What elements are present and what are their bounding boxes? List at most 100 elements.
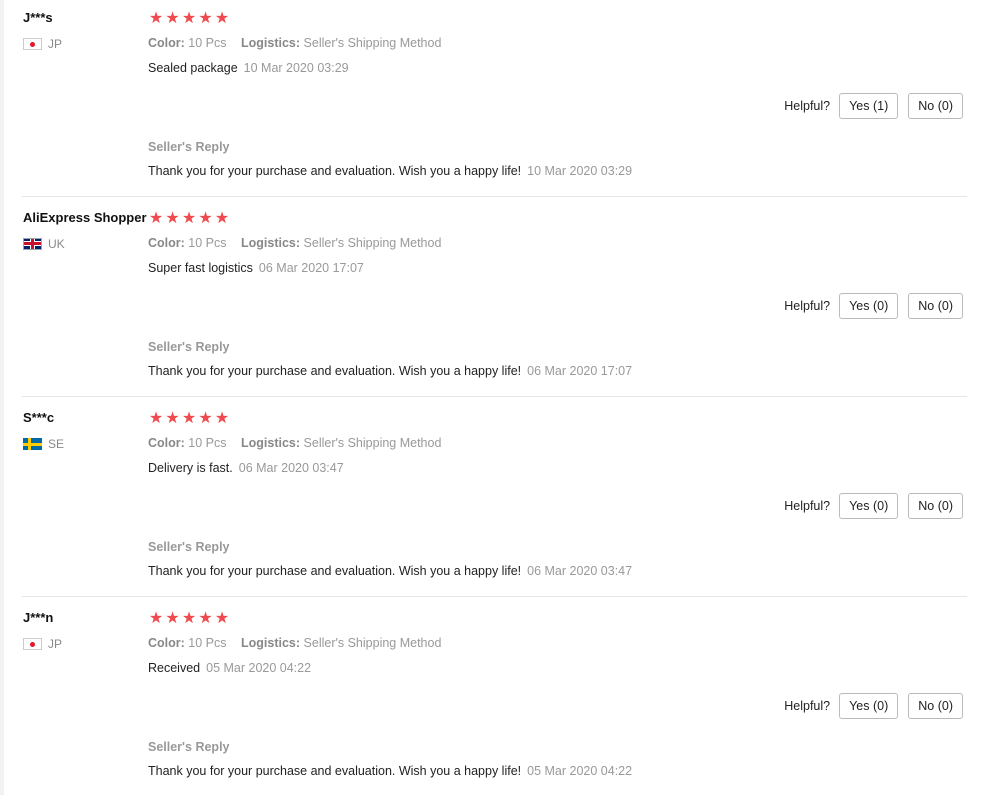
reviewer-country: UK <box>23 236 65 252</box>
logistics-label: Logistics: <box>241 36 301 50</box>
seller-reply: Thank you for your purchase and evaluati… <box>148 364 632 378</box>
logistics-label: Logistics: <box>241 236 301 250</box>
order-info: Color: 10 Pcs Logistics: Seller's Shippi… <box>148 436 441 450</box>
review-text: Delivery is fast. <box>148 461 233 475</box>
review-date: 10 Mar 2020 03:29 <box>243 61 349 75</box>
helpful-no-button[interactable]: No (0) <box>908 93 963 119</box>
helpful-yes-button[interactable]: Yes (0) <box>839 693 899 719</box>
uk-flag-icon <box>23 238 42 250</box>
helpful-yes-button[interactable]: Yes (0) <box>839 493 899 519</box>
logistics-value: Seller's Shipping Method <box>303 236 442 250</box>
star-icon: ★ <box>181 410 197 427</box>
color-value: 10 Pcs <box>188 436 227 450</box>
review-item: J***n JP ★ ★ ★ ★ ★ Color: 10 Pcs Logistics: … <box>0 600 985 800</box>
reviewer-country: JP <box>23 36 62 52</box>
seller-reply-text: Thank you for your purchase and evaluati… <box>148 364 522 378</box>
seller-reply-title: Seller's Reply <box>148 340 230 354</box>
review-divider <box>22 396 967 397</box>
star-icon: ★ <box>214 610 230 627</box>
reviewer-name: J***s <box>23 10 53 25</box>
logistics-value: Seller's Shipping Method <box>303 436 442 450</box>
review-item: AliExpress Shopper UK ★ ★ ★ ★ ★ Color: 10 Pc… <box>0 200 985 400</box>
review-content: Delivery is fast. 06 Mar 2020 03:47 <box>148 461 344 475</box>
seller-reply-text: Thank you for your purchase and evaluati… <box>148 764 522 778</box>
country-code: SE <box>48 437 65 451</box>
seller-reply-date: 06 Mar 2020 03:47 <box>527 564 633 578</box>
star-icon: ★ <box>181 210 197 227</box>
star-rating: ★ ★ ★ ★ ★ <box>148 610 231 628</box>
review-content: Received 05 Mar 2020 04:22 <box>148 661 311 675</box>
color-label: Color: <box>148 36 185 50</box>
reviewer-name: AliExpress Shopper <box>23 210 147 225</box>
star-icon: ★ <box>198 410 213 427</box>
star-icon: ★ <box>148 210 164 227</box>
reviewer-name: J***n <box>23 610 54 625</box>
star-icon: ★ <box>148 10 164 27</box>
helpful-label: Helpful? <box>784 299 831 313</box>
star-icon: ★ <box>165 210 180 227</box>
color-label: Color: <box>148 236 185 250</box>
star-icon: ★ <box>181 610 197 627</box>
review-content: Super fast logistics 06 Mar 2020 17:07 <box>148 261 364 275</box>
helpful-yes-button[interactable]: Yes (1) <box>839 93 899 119</box>
star-icon: ★ <box>198 610 213 627</box>
review-text: Super fast logistics <box>148 261 253 275</box>
logistics-label: Logistics: <box>241 436 301 450</box>
star-icon: ★ <box>148 410 164 427</box>
helpful-yes-button[interactable]: Yes (0) <box>839 293 899 319</box>
helpful-label: Helpful? <box>784 499 831 513</box>
review-divider <box>22 596 967 597</box>
helpful-no-button[interactable]: No (0) <box>908 293 963 319</box>
review-divider <box>22 196 967 197</box>
star-icon: ★ <box>214 410 230 427</box>
star-rating: ★ ★ ★ ★ ★ <box>148 210 231 228</box>
helpful-vote: Helpful? Yes (0) No (0) <box>784 293 963 319</box>
helpful-no-button[interactable]: No (0) <box>908 493 963 519</box>
helpful-vote: Helpful? Yes (1) No (0) <box>784 93 963 119</box>
review-content: Sealed package 10 Mar 2020 03:29 <box>148 61 349 75</box>
se-flag-icon <box>23 438 42 450</box>
jp-flag-icon <box>23 38 42 50</box>
star-rating: ★ ★ ★ ★ ★ <box>148 10 231 28</box>
logistics-value: Seller's Shipping Method <box>303 36 442 50</box>
helpful-vote: Helpful? Yes (0) No (0) <box>784 693 963 719</box>
review-item: J***s JP ★ ★ ★ ★ ★ Color: 10 Pcs Logistics: … <box>0 0 985 200</box>
review-date: 06 Mar 2020 03:47 <box>238 461 344 475</box>
jp-flag-icon <box>23 638 42 650</box>
order-info: Color: 10 Pcs Logistics: Seller's Shippi… <box>148 36 441 50</box>
review-text: Sealed package <box>148 61 238 75</box>
logistics-label: Logistics: <box>241 636 301 650</box>
color-label: Color: <box>148 436 185 450</box>
reviewer-name: S***c <box>23 410 55 425</box>
order-info: Color: 10 Pcs Logistics: Seller's Shippi… <box>148 636 441 650</box>
color-value: 10 Pcs <box>188 36 227 50</box>
star-icon: ★ <box>165 610 180 627</box>
helpful-no-button[interactable]: No (0) <box>908 693 963 719</box>
seller-reply: Thank you for your purchase and evaluati… <box>148 564 632 578</box>
seller-reply-date: 06 Mar 2020 17:07 <box>527 364 633 378</box>
seller-reply-date: 05 Mar 2020 04:22 <box>527 764 633 778</box>
color-value: 10 Pcs <box>188 236 227 250</box>
seller-reply-text: Thank you for your purchase and evaluati… <box>148 164 522 178</box>
star-icon: ★ <box>148 610 164 627</box>
country-code: JP <box>48 637 63 651</box>
helpful-label: Helpful? <box>784 699 831 713</box>
reviewer-country: SE <box>23 436 64 452</box>
review-date: 06 Mar 2020 17:07 <box>258 261 364 275</box>
review-text: Received <box>148 661 201 675</box>
seller-reply-text: Thank you for your purchase and evaluati… <box>148 564 522 578</box>
logistics-value: Seller's Shipping Method <box>303 636 442 650</box>
review-date: 05 Mar 2020 04:22 <box>206 661 312 675</box>
star-rating: ★ ★ ★ ★ ★ <box>148 410 231 428</box>
star-icon: ★ <box>198 10 213 27</box>
country-code: UK <box>48 237 65 251</box>
helpful-vote: Helpful? Yes (0) No (0) <box>784 493 963 519</box>
star-icon: ★ <box>198 210 213 227</box>
review-item: S***c SE ★ ★ ★ ★ ★ Color: 10 Pcs Logistics: … <box>0 400 985 600</box>
seller-reply: Thank you for your purchase and evaluati… <box>148 764 632 778</box>
color-label: Color: <box>148 636 185 650</box>
star-icon: ★ <box>214 210 230 227</box>
seller-reply: Thank you for your purchase and evaluati… <box>148 164 632 178</box>
seller-reply-title: Seller's Reply <box>148 740 230 754</box>
seller-reply-title: Seller's Reply <box>148 540 230 554</box>
